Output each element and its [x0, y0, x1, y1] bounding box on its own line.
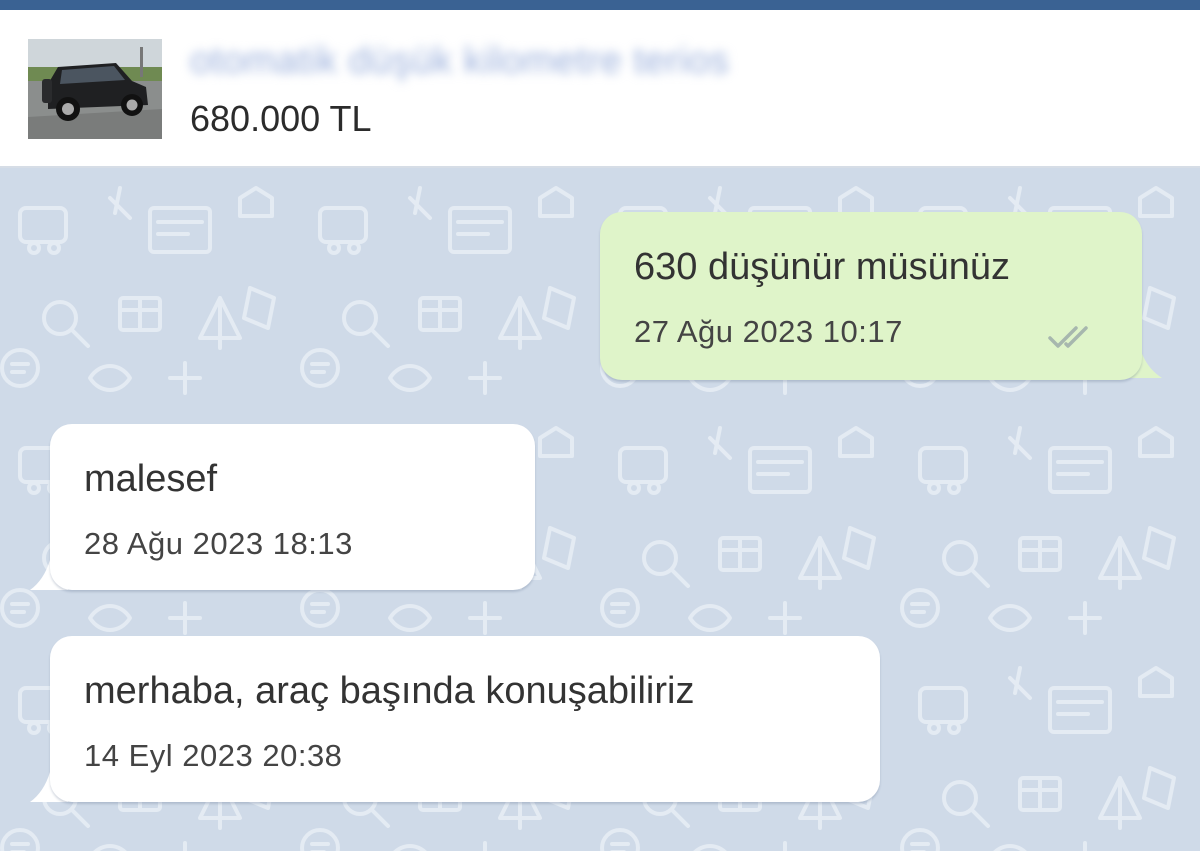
message-timestamp: 14 Eyl 2023 20:38 — [84, 738, 343, 773]
listing-price: 680.000 TL — [190, 98, 372, 139]
chat-area[interactable]: 630 düşünür müsünüz 27 Ağu 2023 10:17 ma… — [0, 168, 1200, 851]
listing-header[interactable]: otomatik düşük kilometre terios 680.000 … — [0, 10, 1200, 168]
top-accent-bar — [0, 0, 1200, 10]
double-check-icon — [1048, 326, 1088, 348]
outgoing-message[interactable]: 630 düşünür müsünüz 27 Ağu 2023 10:17 — [600, 212, 1142, 380]
message-timestamp: 27 Ağu 2023 10:17 — [634, 314, 903, 349]
message-text: 630 düşünür müsünüz — [634, 246, 1011, 288]
incoming-message[interactable]: merhaba, araç başında konuşabiliriz 14 E… — [50, 636, 880, 802]
listing-thumbnail[interactable] — [28, 39, 162, 139]
listing-title[interactable]: otomatik düşük kilometre terios — [190, 40, 729, 83]
message-text: merhaba, araç başında konuşabiliriz — [84, 670, 695, 712]
incoming-message[interactable]: malesef 28 Ağu 2023 18:13 — [50, 424, 535, 590]
message-timestamp: 28 Ağu 2023 18:13 — [84, 526, 353, 561]
car-photo-thumbnail — [28, 39, 162, 139]
message-text: malesef — [84, 458, 218, 500]
